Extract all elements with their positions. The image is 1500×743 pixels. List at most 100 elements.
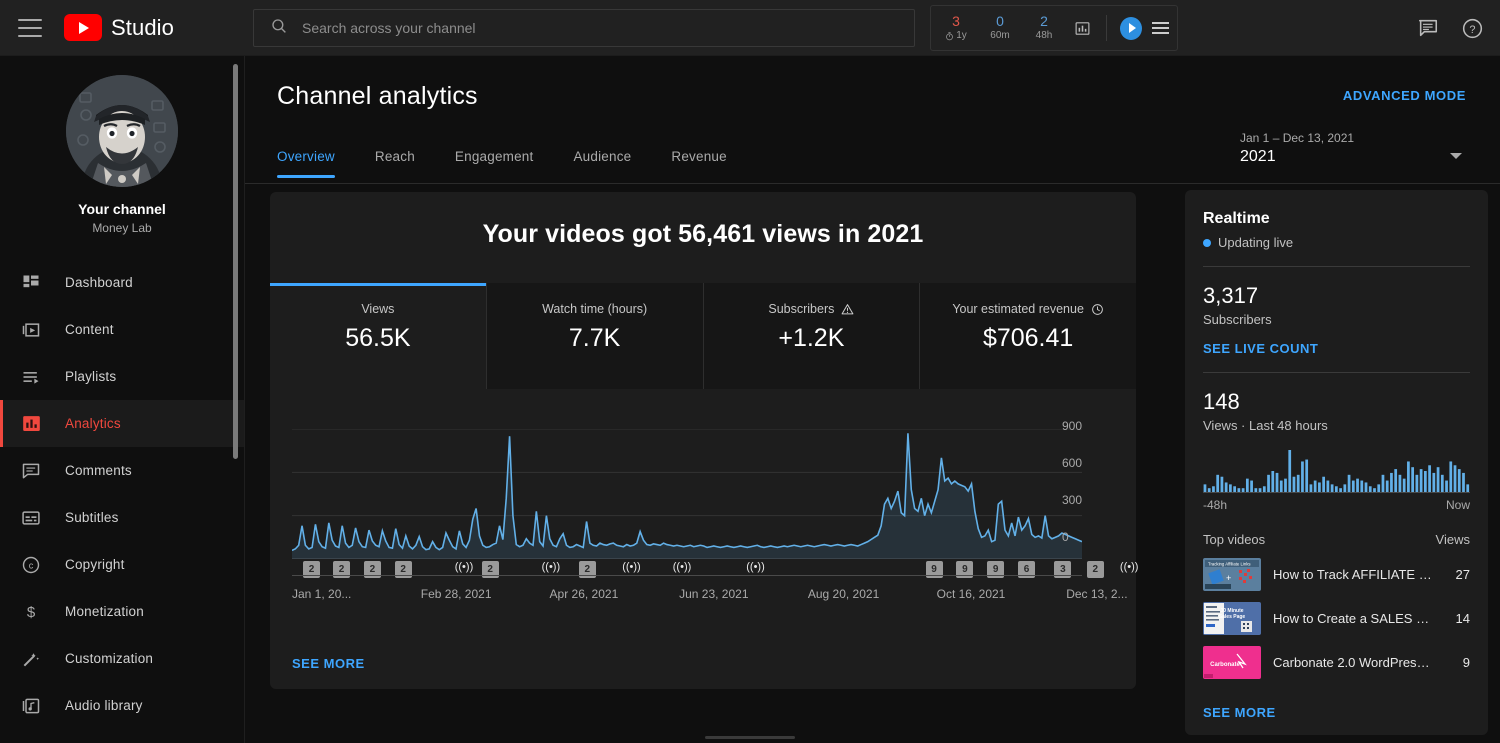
live-stream-badge[interactable]: ((•)) [1120, 561, 1139, 573]
views-chart[interactable]: 900 600 300 0 2 2 2 2 ((•)) 2 ((•)) 2 ((•)) ((•))… [270, 419, 1139, 629]
sidebar-scrollbar[interactable] [233, 64, 238, 459]
tab-engagement[interactable]: Engagement [455, 141, 534, 178]
channel-block[interactable]: Your channel Money Lab [0, 56, 244, 249]
live-stream-badge[interactable]: ((•)) [622, 561, 641, 573]
top-video-views: 14 [1455, 611, 1470, 626]
sidebar-item-comments[interactable]: Comments [0, 447, 244, 494]
y-tick: 900 [1062, 419, 1083, 433]
tab-overview[interactable]: Overview [277, 141, 335, 178]
dollar-icon: $ [19, 600, 43, 624]
top-video-views: 27 [1455, 567, 1470, 582]
y-tick: 600 [1062, 456, 1083, 470]
video-upload-badge[interactable]: 2 [1086, 561, 1104, 578]
bottom-drag-handle[interactable] [705, 736, 795, 739]
hamburger-icon[interactable] [18, 18, 42, 37]
divider [1203, 266, 1470, 267]
search-bar[interactable] [253, 9, 915, 47]
analytics-body: Your videos got 56,461 views in 2021 Vie… [245, 186, 1500, 743]
x-axis-line [292, 575, 1082, 576]
see-live-count-link[interactable]: SEE LIVE COUNT [1203, 341, 1470, 356]
sidebar-label-copyright: Copyright [65, 557, 125, 572]
metric-card-subscribers[interactable]: Subscribers +1.2K [702, 283, 920, 389]
youtube-play-icon [64, 14, 102, 41]
quick-stats-widget[interactable]: 3 1y 0 60m 2 48h [930, 5, 1178, 51]
widget-divider [1106, 15, 1107, 41]
realtime-views-label: Views · Last 48 hours [1203, 418, 1328, 433]
sidebar-label-monetization: Monetization [65, 604, 144, 619]
stat-60m-label: 60m [990, 30, 1010, 41]
advanced-mode-button[interactable]: ADVANCED MODE [1343, 88, 1466, 103]
metric-card-watch-time[interactable]: Watch time (hours) 7.7K [485, 283, 703, 389]
sidebar-item-dashboard[interactable]: Dashboard [0, 259, 244, 306]
realtime-status-label: Updating live [1218, 235, 1294, 250]
sidebar-item-content[interactable]: Content [0, 306, 244, 353]
sparkline-axis [1203, 492, 1470, 493]
sparkline-left-label: -48h [1203, 498, 1228, 512]
left-sidebar: Your channel Money Lab Dashboard Content… [0, 56, 245, 743]
comments-icon [19, 459, 43, 483]
sidebar-item-subtitles[interactable]: Subtitles [0, 494, 244, 541]
top-video-row[interactable]: 30 Minute Sales Page How to Create a SALE… [1203, 602, 1470, 635]
search-icon [270, 17, 288, 40]
svg-text:Sales Page: Sales Page [1219, 614, 1246, 620]
feedback-comment-icon[interactable] [1417, 17, 1439, 39]
bar-chart-icon[interactable] [1071, 17, 1093, 39]
live-stream-badge[interactable]: ((•)) [673, 561, 692, 573]
help-question-icon[interactable]: ? [1461, 17, 1484, 40]
top-video-title: How to Track AFFILIATE Link... [1273, 567, 1436, 582]
top-video-row[interactable]: Tracking Affiliate Links + How to Track A… [1203, 558, 1470, 591]
live-stream-badge[interactable]: ((•)) [455, 561, 474, 573]
top-video-row[interactable]: Carbonate Carbonate 2.0 WordPress The...… [1203, 646, 1470, 679]
realtime-views-value: 148 [1203, 389, 1240, 414]
sidebar-item-analytics[interactable]: Analytics [0, 400, 244, 447]
stat-1y-label: 1y [945, 30, 967, 42]
metric-value-views: 56.5K [345, 324, 411, 352]
realtime-subscribers-value: 3,317 [1203, 283, 1259, 308]
live-stream-badge[interactable]: ((•)) [746, 561, 765, 573]
metric-card-views[interactable]: Views 56.5K [270, 283, 486, 389]
y-tick: 0 [1062, 530, 1069, 544]
sidebar-label-subtitles: Subtitles [65, 510, 119, 525]
warning-triangle-icon[interactable] [841, 303, 854, 316]
sidebar-item-audio-library[interactable]: Audio library [0, 682, 244, 729]
realtime-subscribers-label: Subscribers [1203, 312, 1272, 327]
svg-text:?: ? [1469, 23, 1475, 35]
tab-reach[interactable]: Reach [375, 141, 415, 178]
channel-avatar[interactable] [66, 75, 178, 187]
realtime-see-more-link[interactable]: SEE MORE [1203, 705, 1470, 720]
views-chart-svg[interactable] [292, 429, 1082, 559]
realtime-sparkline-svg [1203, 450, 1470, 492]
stat-1y[interactable]: 3 1y [939, 14, 973, 42]
carbonate-theme-thumbnail: Carbonate [1203, 646, 1261, 679]
brand-label: Studio [111, 14, 174, 40]
overview-card: Your videos got 56,461 views in 2021 Vie… [270, 192, 1139, 689]
top-videos-header: Top videos [1203, 532, 1266, 547]
channel-name: Your channel [78, 201, 166, 217]
sidebar-item-playlists[interactable]: Playlists [0, 353, 244, 400]
sales-page-thumbnail: 30 Minute Sales Page [1203, 602, 1261, 635]
sparkline-labels: -48h Now [1203, 498, 1470, 512]
menu-icon[interactable] [1152, 22, 1169, 34]
play-circle-icon[interactable] [1120, 16, 1142, 40]
tab-revenue[interactable]: Revenue [671, 141, 726, 178]
tab-audience[interactable]: Audience [573, 141, 631, 178]
sidebar-item-copyright[interactable]: c Copyright [0, 541, 244, 588]
stat-60m-value: 0 [996, 13, 1004, 29]
metric-card-revenue[interactable]: Your estimated revenue $706.41 [919, 283, 1136, 389]
analytics-tabs: Overview Reach Engagement Audience Reven… [277, 141, 1500, 178]
studio-logo[interactable]: Studio [64, 14, 174, 41]
x-tick: Oct 16, 2021 [936, 587, 1006, 601]
search-input[interactable] [302, 10, 914, 46]
stat-48h[interactable]: 2 48h [1027, 14, 1061, 42]
live-stream-badge[interactable]: ((•)) [542, 561, 561, 573]
sidebar-item-monetization[interactable]: $ Monetization [0, 588, 244, 635]
chart-see-more-link[interactable]: SEE MORE [292, 656, 365, 671]
x-tick: Apr 26, 2021 [549, 587, 619, 601]
sidebar-label-audio-library: Audio library [65, 698, 143, 713]
sidebar-item-customization[interactable]: Customization [0, 635, 244, 682]
page-header: Channel analytics ADVANCED MODE Jan 1 – … [245, 56, 1500, 165]
realtime-card: Realtime Updating live 3,317 Subscribers… [1185, 190, 1488, 735]
realtime-sparkline[interactable] [1203, 447, 1470, 493]
clock-icon[interactable] [1091, 303, 1104, 316]
stat-60m[interactable]: 0 60m [983, 14, 1017, 42]
